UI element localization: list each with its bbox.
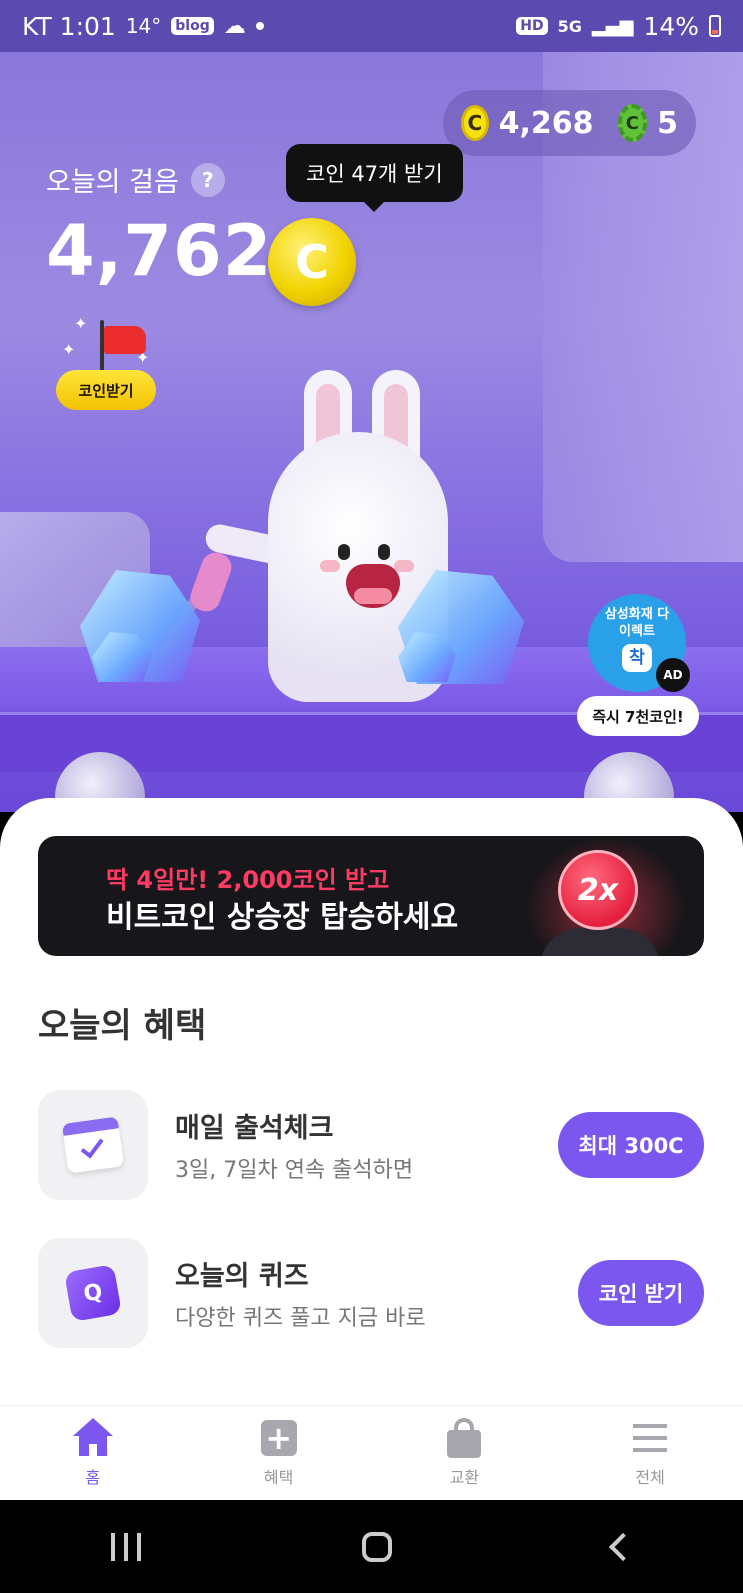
collect-coin-button[interactable]: C <box>268 218 356 306</box>
coin-balance-pill[interactable]: C 4,268 C 5 <box>443 90 696 156</box>
status-bar: KT 1:01 14° blog ☁ HD 5G ▂▄▆ 14% <box>0 0 743 52</box>
5g-icon: 5G <box>557 16 582 36</box>
flag-reward-button[interactable]: ✦ ✦ ✦ 코인받기 <box>56 314 156 414</box>
steps-label: 오늘의 걸음 <box>46 167 179 198</box>
coin-icon: C <box>461 105 489 141</box>
banner-subline: 비트코인 상승장 탑승하세요 <box>106 900 459 935</box>
bunny-cheek <box>320 560 340 572</box>
steps-label-row: 오늘의 걸음 ? <box>46 160 225 199</box>
nav-label: 혜택 <box>263 1468 294 1487</box>
plus-box-icon: + <box>259 1418 299 1458</box>
notification-dot-icon <box>255 22 264 30</box>
home-icon <box>72 1418 113 1458</box>
help-icon[interactable]: ? <box>190 162 225 197</box>
promo-banner[interactable]: 2x 딱 4일만! 2,000코인 받고 비트코인 상승장 탑승하세요 <box>38 836 704 956</box>
steps-count: 4,762 <box>46 210 273 292</box>
ad-tag: AD <box>656 658 690 692</box>
nav-item-home[interactable]: 홈 <box>0 1406 186 1500</box>
back-icon[interactable] <box>608 1532 637 1561</box>
hero-scene: C 4,268 C 5 오늘의 걸음 ? 4,762 코인 47개 받기 C ✦… <box>0 52 743 812</box>
content-sheet: 2x 딱 4일만! 2,000코인 받고 비트코인 상승장 탑승하세요 오늘의 … <box>0 798 743 1405</box>
nav-label: 전체 <box>635 1468 665 1487</box>
2x-coin-icon: 2x <box>558 850 638 930</box>
ad-brand: 삼성화재 다이렉트 <box>604 607 670 639</box>
quiz-reward-button[interactable]: 코인 받기 <box>578 1260 704 1326</box>
pickaxe-head <box>186 548 236 616</box>
reward-tooltip: 코인 47개 받기 <box>286 144 463 212</box>
red-flag-icon <box>104 326 146 354</box>
battery-icon <box>709 15 721 37</box>
benefit-title: 오늘의 퀴즈 <box>175 1261 309 1292</box>
flag-reward-label: 코인받기 <box>56 370 156 410</box>
recents-icon[interactable] <box>110 1532 141 1561</box>
coin-balance: 4,268 <box>498 105 594 141</box>
signal-icon: ▂▄▆ <box>591 15 634 37</box>
hd-icon: HD <box>516 17 548 35</box>
quiz-icon: Q <box>38 1238 148 1348</box>
banner-headline: 딱 4일만! 2,000코인 받고 <box>106 866 390 894</box>
bunny-eye <box>378 544 390 560</box>
ad-promo-label[interactable]: 즉시 7천코인! <box>577 696 699 736</box>
benefit-subtitle: 3일, 7일차 연속 출석하면 <box>175 1158 414 1183</box>
benefit-row-quiz[interactable]: Q 오늘의 퀴즈 다양한 퀴즈 풀고 지금 바로 코인 받기 <box>38 1238 704 1348</box>
gear-coin-icon: C <box>617 104 648 142</box>
bunny-cheek <box>394 560 414 572</box>
cloud-icon: ☁ <box>223 13 246 39</box>
nav-label: 홈 <box>85 1468 101 1487</box>
nav-item-benefits[interactable]: + 혜택 <box>186 1406 372 1500</box>
blog-icon: blog <box>171 17 214 35</box>
nav-label: 교환 <box>449 1468 480 1487</box>
system-home-icon[interactable] <box>361 1531 392 1562</box>
battery-percent: 14% <box>643 11 699 41</box>
nav-item-exchange[interactable]: 교환 <box>372 1406 558 1500</box>
benefit-row-attendance[interactable]: 매일 출석체크 3일, 7일차 연속 출석하면 최대 300C <box>38 1090 704 1200</box>
carrier-time: KT 1:01 <box>22 11 116 41</box>
section-title: 오늘의 혜택 <box>38 1006 207 1046</box>
sparkle-icon: ✦ <box>62 340 76 359</box>
gear-coin-count: 5 <box>657 105 678 141</box>
nav-item-all[interactable]: 전체 <box>557 1406 743 1500</box>
benefit-title: 매일 출석체크 <box>175 1113 334 1144</box>
sparkle-icon: ✦ <box>74 314 88 333</box>
ad-logo-icon: 착 <box>622 644 652 672</box>
benefit-subtitle: 다양한 퀴즈 풀고 지금 바로 <box>175 1306 426 1331</box>
calendar-check-icon <box>38 1090 148 1200</box>
system-nav-bar <box>0 1500 743 1593</box>
bottom-nav: 홈 + 혜택 교환 전체 <box>0 1405 743 1500</box>
bunny-eye <box>338 544 350 560</box>
attendance-reward-button[interactable]: 최대 300C <box>558 1112 704 1178</box>
shopping-bag-icon <box>444 1418 484 1458</box>
menu-icon <box>630 1418 670 1458</box>
temperature: 14° <box>125 14 162 38</box>
